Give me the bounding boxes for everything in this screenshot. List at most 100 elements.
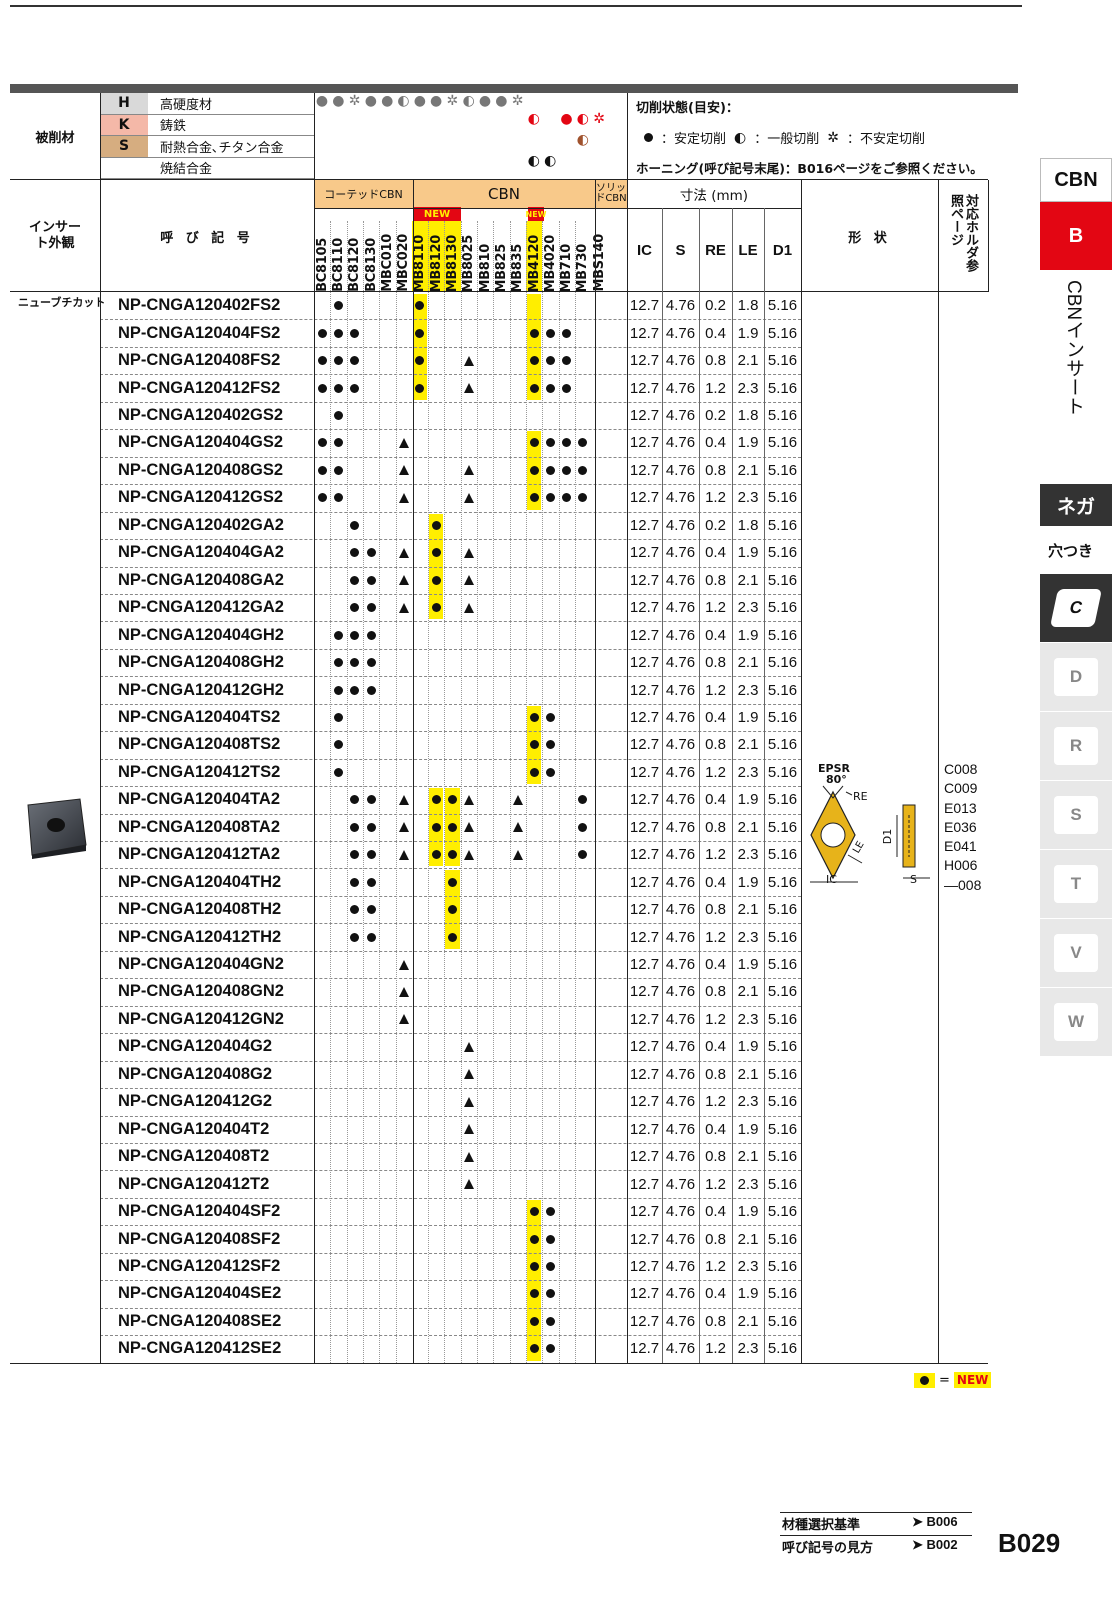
grid-line (988, 180, 989, 292)
dim-ic-cell: 12.7 (629, 461, 660, 479)
general-marker-icon: ◐ (397, 93, 410, 109)
holder-page-link[interactable]: —008 (944, 876, 981, 895)
dim-s-cell: 4.76 (665, 791, 696, 809)
footer-link-page[interactable]: ➤ B006 (912, 1514, 958, 1530)
unstable-triangle-icon (461, 786, 477, 813)
dim-d1-cell: 5.16 (767, 1257, 798, 1275)
holder-page-link[interactable]: C008 (944, 760, 981, 779)
unstable-triangle-icon (461, 841, 477, 868)
stable-dot-icon (330, 292, 346, 319)
grade-header-cell: MB8110 (411, 221, 429, 292)
unstable-triangle-icon (510, 841, 526, 868)
dot-icon (562, 438, 572, 448)
dim-ic-cell: 12.7 (629, 763, 660, 781)
stable-marker-icon: ● (429, 93, 443, 109)
row-divider (100, 1088, 801, 1090)
dim-d1-cell: 5.16 (767, 928, 798, 946)
footer-link-label[interactable]: 呼び記号の見方 (782, 1537, 873, 1556)
dot-icon (317, 493, 327, 503)
holder-page-link[interactable]: E036 (944, 818, 981, 837)
dim-d1-cell: 5.16 (767, 297, 798, 315)
dot-icon (448, 795, 458, 805)
stable-marker-icon: ● (381, 93, 394, 109)
tab-shape-d[interactable]: D (1040, 643, 1112, 711)
triangle-icon (463, 794, 474, 805)
holder-page-link[interactable]: C009 (944, 779, 981, 798)
dim-re-cell: 1.2 (705, 489, 726, 507)
row-divider (100, 1335, 801, 1337)
unstable-triangle-icon (461, 567, 477, 594)
dim-ic-cell: 12.7 (629, 379, 660, 397)
stable-dot-icon (330, 649, 346, 676)
grid-line (627, 208, 801, 209)
insert-photo (27, 798, 87, 859)
dim-le-cell: 1.9 (737, 956, 759, 974)
row-divider (100, 511, 801, 513)
dim-ic-cell: 12.7 (629, 654, 660, 672)
tab-shape-w[interactable]: W (1040, 988, 1112, 1056)
designation-cell: NP-CNGA120408G2 (118, 1064, 273, 1083)
dot-icon (562, 465, 572, 475)
triangle-icon (463, 1151, 474, 1162)
holder-page-link[interactable]: H006 (944, 856, 981, 875)
dot-icon (333, 356, 343, 366)
tab-shape-c[interactable]: C (1040, 574, 1112, 642)
stable-dot-icon (444, 868, 460, 895)
dot-icon (350, 630, 360, 640)
tab-nega[interactable]: ネガ (1040, 484, 1112, 526)
workpiece-name: 高硬度材 (148, 93, 314, 115)
unstable-triangle-icon (461, 457, 477, 484)
dot-icon (448, 850, 458, 860)
row-divider (100, 1115, 801, 1117)
footer-link-page[interactable]: ➤ B002 (912, 1537, 958, 1553)
dim-ic-cell: 12.7 (629, 873, 660, 891)
workpiece-code: H (100, 93, 148, 115)
stable-dot-icon (542, 484, 558, 511)
dim-re-cell: 1.2 (705, 928, 726, 946)
general-marker-icon: ◐ (576, 132, 589, 148)
dim-ic-cell: 12.7 (629, 1175, 660, 1193)
dot-icon (562, 356, 572, 366)
tab-shape-r[interactable]: R (1040, 712, 1112, 780)
stable-dot-icon (559, 429, 575, 456)
dim-re-cell: 0.2 (705, 297, 726, 315)
tab-cbn[interactable]: CBN (1040, 158, 1112, 202)
footer-link-label[interactable]: 材種選択基準 (782, 1514, 860, 1533)
dot-icon (545, 438, 555, 448)
designation-cell: NP-CNGA120412GH2 (118, 680, 284, 699)
dim-re-cell: 0.2 (705, 516, 726, 534)
triangle-icon (398, 822, 409, 833)
stable-dot-icon (526, 1225, 542, 1252)
dim-s-cell: 4.76 (665, 1312, 696, 1330)
dot-icon (317, 438, 327, 448)
legend-dot-icon (920, 1375, 929, 1385)
holder-page-link[interactable]: E041 (944, 837, 981, 856)
dim-s-cell: 4.76 (665, 1230, 696, 1248)
tab-shape-t[interactable]: T (1040, 850, 1112, 918)
designation-cell: NP-CNGA120404GN2 (118, 955, 284, 974)
tab-with-hole[interactable]: 穴つき (1040, 530, 1112, 570)
stable-dot-icon (526, 347, 542, 374)
dot-icon (545, 1207, 555, 1217)
tab-shape-v[interactable]: V (1040, 919, 1112, 987)
stable-dot-icon (428, 512, 444, 539)
holder-ref-header: 対応ホルダ参照ページ (948, 194, 978, 272)
holder-pages: C008 C009 E013 E036 E041 H006 —008 (944, 760, 981, 895)
dot-icon (529, 712, 539, 722)
row-divider (100, 1225, 801, 1227)
dot-icon (545, 493, 555, 503)
dim-le-cell: 1.8 (737, 297, 759, 315)
row-divider (100, 1170, 801, 1172)
row-divider (100, 703, 801, 705)
dim-re-cell: 0.4 (705, 434, 726, 452)
dim-s-cell: 4.76 (665, 846, 696, 864)
dot-icon (350, 822, 360, 832)
dim-ic-cell: 12.7 (629, 983, 660, 1001)
dim-ic-cell: 12.7 (629, 901, 660, 919)
unstable-triangle-icon (396, 841, 412, 868)
tab-b[interactable]: B (1040, 202, 1112, 270)
holder-page-link[interactable]: E013 (944, 799, 981, 818)
tab-shape-s[interactable]: S (1040, 781, 1112, 849)
grid-line (314, 93, 315, 1363)
grade-header-cell: MB4020 (542, 221, 558, 292)
